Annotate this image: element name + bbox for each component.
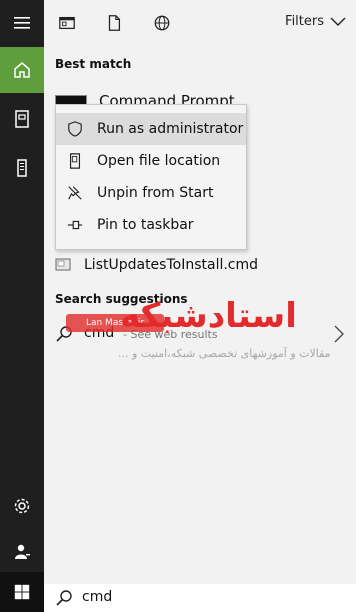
context-menu: Run as administrator Open file location … — [55, 104, 247, 250]
menu-item-label: Pin to taskbar — [97, 217, 194, 233]
search-input[interactable]: cmd — [82, 589, 112, 605]
hamburger-icon — [14, 17, 30, 29]
user-button[interactable] — [0, 529, 44, 575]
settings-button[interactable] — [0, 483, 44, 529]
phone-icon — [17, 159, 27, 177]
devices-button[interactable] — [0, 145, 44, 191]
home-icon — [14, 62, 30, 78]
search-icon — [56, 590, 72, 606]
watermark-title: استادشبکه — [120, 296, 297, 336]
apps-filter-button[interactable] — [56, 12, 78, 34]
folder-icon — [66, 152, 84, 170]
start-button[interactable] — [0, 572, 44, 612]
search-results-panel: Filters Best match Command Prompt Run as… — [44, 0, 356, 572]
menu-item-label: Run as administrator — [97, 121, 244, 137]
menu-item-label: Open file location — [97, 153, 221, 169]
menu-item-label: Unpin from Start — [97, 185, 214, 201]
globe-icon — [154, 15, 170, 31]
pin-icon — [66, 216, 84, 234]
open-file-location-item[interactable]: Open file location — [56, 145, 246, 177]
filters-label: Filters — [285, 14, 324, 29]
search-box[interactable]: cmd — [44, 584, 356, 612]
chevron-right-icon — [334, 325, 344, 343]
list-updates-result[interactable]: ListUpdatesToInstall.cmd — [84, 257, 258, 273]
windows-start-icon — [14, 584, 30, 600]
unpin-from-start-item[interactable]: Unpin from Start — [56, 177, 246, 209]
run-as-administrator-item[interactable]: Run as administrator — [56, 113, 246, 145]
user-icon — [15, 544, 30, 559]
search-topbar: Filters — [44, 0, 356, 46]
apps-icon — [59, 16, 75, 30]
home-button[interactable] — [0, 47, 44, 93]
settings-icon — [14, 498, 30, 514]
best-match-heading: Best match — [55, 57, 132, 71]
start-rail — [0, 0, 44, 612]
documents-filter-button[interactable] — [103, 12, 125, 34]
documents-icon — [15, 110, 29, 128]
shield-icon — [66, 120, 84, 138]
documents-button[interactable] — [0, 96, 44, 142]
chevron-down-icon — [330, 17, 346, 26]
filters-dropdown[interactable]: Filters — [285, 14, 346, 29]
document-icon — [108, 15, 121, 31]
pin-to-taskbar-item[interactable]: Pin to taskbar — [56, 209, 246, 241]
unpin-icon — [66, 184, 84, 202]
watermark-subtitle: مقالات و آموزشهای تخصصی شبکه،امنیت و ... — [118, 347, 331, 360]
menu-button[interactable] — [0, 0, 44, 46]
web-filter-button[interactable] — [151, 12, 173, 34]
cmd-file-icon — [55, 258, 71, 271]
